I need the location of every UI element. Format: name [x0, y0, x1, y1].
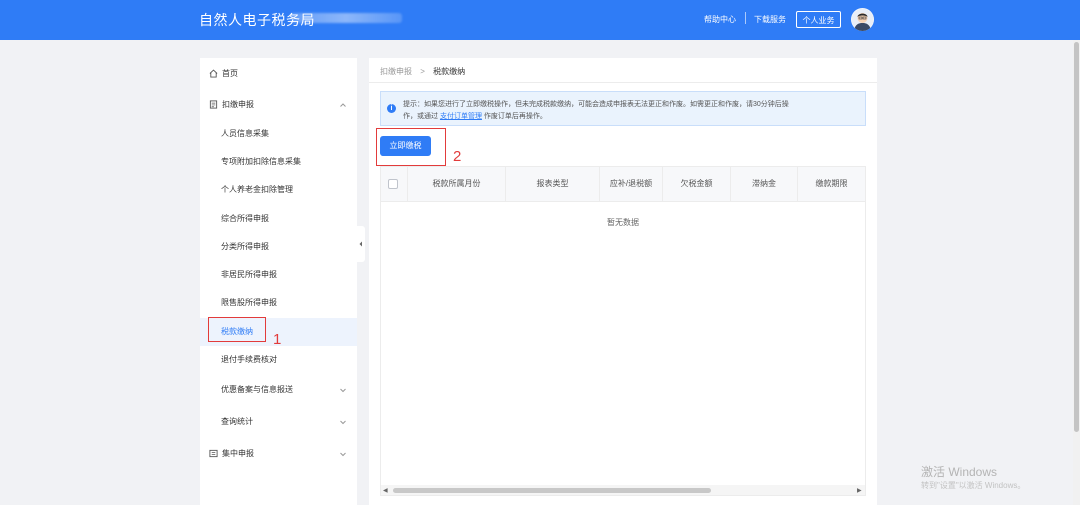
notice-banner: i 提示：如果您进行了立即缴税操作，但未完成税款缴纳，可能会造成申报表无法更正和…: [380, 91, 866, 126]
sidebar-item-label: 集中申报: [222, 449, 254, 458]
personal-business-button[interactable]: 个人业务: [796, 11, 841, 28]
page-vertical-scrollbar[interactable]: [1073, 40, 1080, 505]
sidebar-item-label: 非居民所得申报: [221, 270, 277, 279]
sidebar-item-pension-deduction[interactable]: 个人养老金扣除管理: [200, 176, 357, 204]
sidebar-collapse-toggle[interactable]: [357, 226, 365, 262]
user-avatar-icon: [851, 8, 874, 31]
sidebar-item-label: 退付手续费核对: [221, 355, 277, 364]
annotation-box-2: [376, 128, 446, 166]
tax-payment-table: 税款所属月份 报表类型 应补/退税额 欠税金额 滞纳金 缴款期限 暂无数据 ◀ …: [380, 166, 866, 496]
annotation-box-1: [208, 317, 266, 342]
breadcrumb-separator: >: [420, 67, 425, 76]
home-icon: [209, 69, 218, 78]
column-header[interactable]: 缴款期限: [798, 167, 865, 201]
sidebar-item-label: 查询统计: [221, 417, 253, 426]
sidebar-item-personnel-info[interactable]: 人员信息采集: [200, 120, 357, 148]
column-header[interactable]: 税款所属月份: [408, 167, 506, 201]
scroll-thumb[interactable]: [393, 488, 711, 493]
sidebar-item-restricted-stock-income[interactable]: 限售股所得申报: [200, 289, 357, 317]
annotation-number-2: 2: [453, 148, 462, 165]
sidebar-item-comprehensive-income[interactable]: 综合所得申报: [200, 205, 357, 233]
avatar[interactable]: [851, 8, 874, 31]
annotation-number-1: 1: [273, 331, 282, 348]
sidebar-item-home[interactable]: 首页: [200, 60, 357, 88]
activation-watermark-sub: 转到"设置"以激活 Windows。: [921, 481, 1026, 490]
chevron-down-icon: [340, 452, 346, 457]
user-name-redacted: [290, 13, 402, 23]
sidebar-item-classified-income[interactable]: 分类所得申报: [200, 233, 357, 261]
notice-text-line2: 作，或通过 支付订单管理 作废订单后再操作。: [403, 111, 547, 121]
notice-text: 提示：如果您进行了立即缴税操作，但未完成税款缴纳，可能会造成申报表无法更正和作废…: [403, 101, 789, 108]
notice-text: 作废订单后再操作。: [483, 113, 547, 120]
sidebar-item-label: 扣缴申报: [222, 100, 254, 109]
chevron-down-icon: [340, 420, 346, 425]
column-header[interactable]: 应补/退税额: [600, 167, 663, 201]
download-service-link[interactable]: 下载服务: [754, 14, 786, 25]
empty-state-text: 暂无数据: [607, 218, 639, 227]
help-center-link[interactable]: 帮助中心: [704, 14, 736, 25]
sidebar-item-query-statistics[interactable]: 查询统计: [200, 408, 357, 436]
sidebar-item-nonresident-income[interactable]: 非居民所得申报: [200, 261, 357, 289]
select-all-checkbox[interactable]: [388, 179, 398, 189]
notice-text: 作，或通过: [403, 113, 438, 120]
sidebar-item-withholding-declaration[interactable]: 扣缴申报: [200, 91, 357, 119]
divider: [369, 82, 877, 83]
top-bar: 自然人电子税务局 帮助中心 下载服务 个人业务: [0, 0, 1080, 40]
sidebar-item-centralized-declaration[interactable]: 集中申报: [200, 440, 357, 468]
table-header: 税款所属月份 报表类型 应补/退税额 欠税金额 滞纳金 缴款期限: [381, 167, 865, 202]
breadcrumb-parent[interactable]: 扣缴申报: [380, 67, 412, 76]
divider: [745, 12, 746, 24]
column-header[interactable]: 报表类型: [506, 167, 600, 201]
breadcrumb: 扣缴申报 > 税款缴纳: [380, 66, 465, 77]
main-panel: 扣缴申报 > 税款缴纳 i 提示：如果您进行了立即缴税操作，但未完成税款缴纳，可…: [369, 58, 877, 505]
sidebar-item-label: 人员信息采集: [221, 129, 269, 138]
column-header[interactable]: 欠税金额: [663, 167, 731, 201]
column-header[interactable]: 滞纳金: [731, 167, 798, 201]
document-icon: [209, 100, 218, 109]
scroll-thumb[interactable]: [1074, 42, 1079, 432]
horizontal-scrollbar[interactable]: ◀ ▶: [381, 485, 865, 495]
activation-watermark: 激活 Windows: [921, 465, 998, 479]
info-icon: i: [387, 104, 396, 113]
breadcrumb-current: 税款缴纳: [433, 67, 466, 76]
scroll-left-icon[interactable]: ◀: [383, 487, 388, 494]
chevron-down-icon: [340, 388, 346, 393]
sidebar: 首页 扣缴申报 人员信息采集 专项附加扣除信息采集 个人养老金扣除管理 综合所得…: [200, 58, 357, 505]
select-all-cell: [381, 167, 408, 201]
sidebar-item-label: 个人养老金扣除管理: [221, 185, 293, 194]
sidebar-item-label: 限售股所得申报: [221, 298, 277, 307]
sidebar-item-label: 专项附加扣除信息采集: [221, 157, 301, 166]
sidebar-item-special-deduction[interactable]: 专项附加扣除信息采集: [200, 148, 357, 176]
payment-order-management-link[interactable]: 支付订单管理: [440, 113, 482, 120]
scroll-right-icon[interactable]: ▶: [857, 487, 862, 494]
sidebar-item-label: 首页: [222, 69, 238, 78]
sidebar-item-preferential-filing[interactable]: 优惠备案与信息报送: [200, 376, 357, 404]
sidebar-item-label: 综合所得申报: [221, 214, 269, 223]
sidebar-item-fee-refund-check[interactable]: 退付手续费核对: [200, 346, 357, 374]
report-icon: [209, 449, 218, 458]
chevron-up-icon: [340, 103, 346, 107]
sidebar-item-label: 优惠备案与信息报送: [221, 385, 293, 394]
sidebar-item-label: 分类所得申报: [221, 242, 269, 251]
caret-left-icon: [359, 241, 362, 247]
